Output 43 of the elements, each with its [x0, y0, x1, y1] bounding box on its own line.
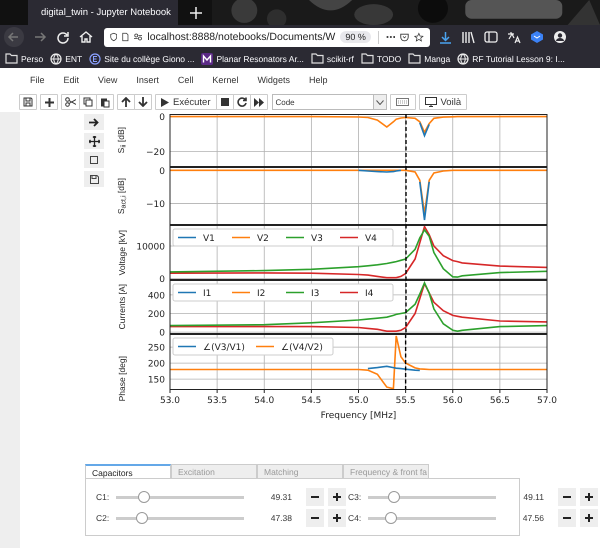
tick-label: 53.0 — [160, 396, 180, 406]
legend-label: V4 — [365, 234, 377, 244]
tick-label: 0 — [159, 166, 165, 177]
legend-label: V3 — [311, 234, 323, 244]
tick-label: 56.5 — [490, 396, 510, 406]
tick-label: 200 — [148, 310, 165, 320]
axis-label: Currents [A] — [117, 284, 127, 330]
slider-label: C4: — [348, 513, 362, 523]
axis-label: Phase [deg] — [117, 356, 127, 402]
legend-label: I1 — [203, 289, 212, 299]
slider-value: 49.31 — [270, 492, 292, 502]
slider-value: 47.56 — [522, 513, 544, 523]
axis-label: Voltage [kV] — [117, 230, 127, 276]
tick-label: 54.5 — [301, 396, 322, 406]
tick-label: 400 — [148, 291, 165, 302]
legend-label: V1 — [203, 234, 215, 244]
slider-label: C3: — [348, 492, 362, 502]
tick-label: 55.0 — [348, 396, 369, 406]
tick-label: 56.0 — [442, 396, 463, 406]
slider-label: C2: — [96, 513, 110, 523]
legend-label: ∠(V4/V2) — [281, 343, 323, 353]
slider-value: 49.11 — [522, 492, 544, 502]
tick-label: −10 — [146, 200, 165, 210]
tick-label: 53.5 — [207, 396, 228, 406]
slider-label: C1: — [96, 492, 110, 502]
tick-label: 54.0 — [254, 396, 274, 406]
tick-label: 0 — [159, 274, 165, 285]
legend-label: I4 — [365, 289, 374, 299]
tick-label: 57.0 — [536, 396, 558, 406]
tick-label: 250 — [148, 344, 165, 354]
legend-label: ∠(V3/V1) — [203, 343, 245, 353]
legend-label: I2 — [257, 289, 266, 299]
axis-label: Frequency [MHz] — [320, 411, 396, 421]
tick-label: 10000 — [136, 242, 165, 253]
tick-label: 150 — [148, 376, 165, 386]
tick-label: 0 — [159, 328, 165, 339]
tick-label: −20 — [146, 148, 165, 158]
tick-label: 200 — [148, 360, 165, 370]
tick-label: 0 — [159, 113, 165, 124]
legend-label: V2 — [257, 234, 269, 244]
slider-value: 47.38 — [270, 513, 292, 523]
legend-label: I3 — [311, 289, 320, 299]
tick-label: 55.5 — [396, 396, 416, 406]
